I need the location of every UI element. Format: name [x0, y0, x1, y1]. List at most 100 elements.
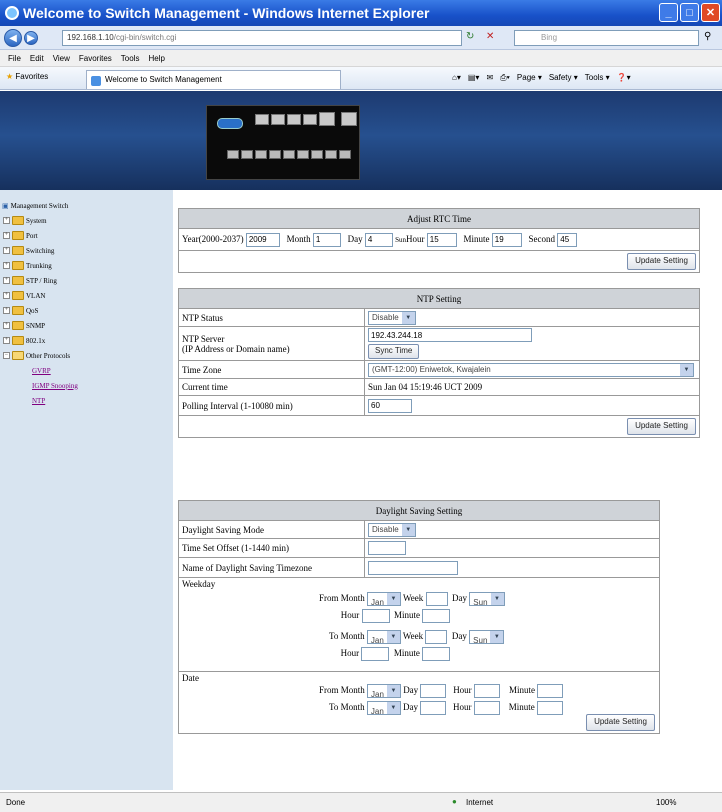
- month-input[interactable]: [312, 232, 341, 247]
- url-field[interactable]: 192.168.1.10/cgi-bin/switch.cgi: [62, 30, 462, 46]
- dst-table: Daylight Saving Setting Daylight Saving …: [178, 500, 660, 734]
- tree-folder-switching[interactable]: + Switching: [2, 243, 78, 258]
- polling-cell: [364, 395, 700, 416]
- tree-link-igmp[interactable]: IGMP Snooping: [2, 378, 78, 393]
- ntp-server-input[interactable]: [368, 328, 532, 342]
- back-icon[interactable]: ◀: [4, 29, 22, 47]
- ntp-link[interactable]: NTP: [32, 397, 45, 405]
- ntp-footer: Update Setting: [178, 415, 700, 438]
- menu-file[interactable]: File: [8, 54, 21, 63]
- dst-mode-select[interactable]: Disable: [368, 522, 416, 537]
- tree-folder-stp-ring[interactable]: + STP / Ring: [2, 273, 78, 288]
- polling-input[interactable]: [368, 398, 412, 413]
- page-menu[interactable]: Page ▾: [517, 73, 542, 83]
- weekday-from-hour-input[interactable]: [361, 608, 390, 623]
- maximize-button[interactable]: □: [680, 3, 699, 22]
- weekday-from-week-input[interactable]: [425, 591, 448, 606]
- igmp-snooping-link[interactable]: IGMP Snooping: [32, 382, 78, 390]
- hour-label: Hour: [340, 648, 360, 658]
- minute-label: Minute: [463, 233, 490, 244]
- dst-offset-label: Time Set Offset (1-1440 min): [178, 538, 365, 558]
- tree-folder-8021x[interactable]: +802.1x: [2, 333, 78, 348]
- favorites-label: Favorites: [15, 72, 49, 81]
- date-from-hour-input[interactable]: [473, 683, 500, 698]
- date-to-month-select[interactable]: Jan: [366, 700, 401, 716]
- date-to-hour-input[interactable]: [473, 700, 500, 715]
- date-from-day-input[interactable]: [420, 683, 447, 698]
- safety-menu[interactable]: Safety ▾: [549, 73, 578, 83]
- menu-edit[interactable]: Edit: [30, 54, 44, 63]
- forward-icon[interactable]: ▶: [24, 31, 38, 45]
- weekday-from-month-select[interactable]: Jan: [367, 591, 401, 607]
- mail-icon[interactable]: ✉: [486, 73, 493, 83]
- weekday-to-month-select[interactable]: Jan: [366, 629, 401, 645]
- browser-tab[interactable]: Welcome to Switch Management: [86, 70, 341, 89]
- date-to-minute-input[interactable]: [537, 700, 564, 715]
- rtc-update-button[interactable]: Update Setting: [627, 253, 696, 270]
- weekday-from-day-select[interactable]: Sun: [469, 591, 505, 607]
- menu-favorites[interactable]: Favorites: [79, 54, 112, 63]
- weekday-to-minute-input[interactable]: [422, 646, 451, 661]
- date-to-day-input[interactable]: [420, 700, 447, 715]
- menu-help[interactable]: Help: [148, 54, 164, 63]
- zoom-level[interactable]: 100%: [656, 798, 676, 807]
- search-input[interactable]: Bing: [514, 30, 699, 46]
- weekday-to-hour-input[interactable]: [361, 646, 390, 661]
- console-port-icon: [217, 118, 243, 129]
- folder-icon: [12, 306, 24, 315]
- menu-tools[interactable]: Tools: [121, 54, 140, 63]
- hour-input[interactable]: [426, 232, 457, 247]
- current-time-label: Current time: [178, 378, 365, 396]
- tree-link-gvrp[interactable]: GVRP: [2, 363, 78, 378]
- ntp-update-button[interactable]: Update Setting: [627, 418, 696, 435]
- minimize-button[interactable]: _: [659, 3, 678, 22]
- dst-name-input[interactable]: [368, 560, 458, 575]
- tree-folder-qos[interactable]: + QoS: [2, 303, 78, 318]
- dst-update-button[interactable]: Update Setting: [586, 714, 655, 731]
- ntp-status-select[interactable]: Disable: [368, 310, 416, 325]
- tree-folder-port[interactable]: + Port: [2, 228, 78, 243]
- weekday-to-day-select[interactable]: Sun: [469, 629, 505, 645]
- day-label: Day: [451, 631, 467, 641]
- sync-time-button[interactable]: Sync Time: [368, 344, 420, 359]
- close-button[interactable]: ✕: [701, 3, 720, 22]
- search-icon[interactable]: ⚲: [704, 31, 711, 42]
- help-icon[interactable]: ❓▾: [617, 73, 631, 83]
- feeds-icon[interactable]: ▤▾: [468, 73, 480, 83]
- gvrp-link[interactable]: GVRP: [32, 367, 51, 375]
- second-input[interactable]: [557, 232, 578, 247]
- dst-offset-input[interactable]: [368, 541, 406, 555]
- day-input[interactable]: [364, 232, 393, 247]
- tree-folder-trunking[interactable]: + Trunking: [2, 258, 78, 273]
- banner: [0, 91, 722, 190]
- status-bar: Done ● Internet 100%: [0, 792, 722, 812]
- minute-input[interactable]: [491, 232, 522, 247]
- tree-folder-system[interactable]: + System: [2, 213, 78, 228]
- refresh-icon[interactable]: ↻: [466, 31, 474, 42]
- weekday-to-week-input[interactable]: [425, 629, 448, 644]
- tree-folder-vlan[interactable]: + VLAN: [2, 288, 78, 303]
- menu-view[interactable]: View: [53, 54, 70, 63]
- stop-icon[interactable]: ✕: [486, 31, 494, 42]
- favorites-button[interactable]: ★ Favorites: [6, 72, 48, 81]
- year-label: Year(2000-2037): [182, 233, 244, 244]
- ntp-status-cell: Disable: [364, 308, 700, 327]
- url-path: /cgi-bin/switch.cgi: [113, 33, 177, 42]
- tree-root[interactable]: ▣ Management Switch: [2, 198, 78, 213]
- tree-folder-other-protocols[interactable]: − Other Protocols: [2, 348, 78, 363]
- day-label: Day: [452, 593, 468, 603]
- weekday-from-minute-input[interactable]: [422, 608, 451, 623]
- minute-label: Minute: [393, 648, 420, 658]
- date-from-minute-input[interactable]: [537, 683, 564, 698]
- tree-label: Trunking: [26, 261, 52, 270]
- dst-mode-cell: Disable: [364, 520, 660, 539]
- hour-label: Hour: [340, 610, 360, 620]
- tools-menu[interactable]: Tools ▾: [585, 73, 610, 83]
- tree-link-ntp[interactable]: NTP: [2, 393, 78, 408]
- tree-folder-snmp[interactable]: + SNMP: [2, 318, 78, 333]
- year-input[interactable]: [245, 232, 280, 247]
- home-icon[interactable]: ⌂▾: [452, 73, 461, 83]
- date-from-month-select[interactable]: Jan: [367, 683, 401, 699]
- print-icon[interactable]: ⎙▾: [500, 73, 510, 83]
- timezone-select[interactable]: (GMT-12:00) Eniwetok, Kwajalein: [368, 362, 694, 377]
